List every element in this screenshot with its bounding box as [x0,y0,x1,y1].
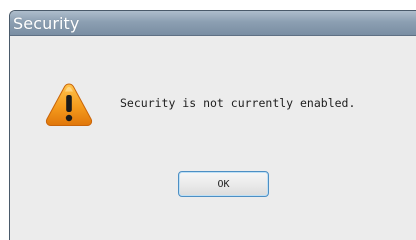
dialog-message: Security is not currently enabled. [120,96,356,110]
security-dialog: Security Security is not currently enabl… [9,10,416,240]
dialog-titlebar[interactable]: Security [10,11,416,36]
warning-icon [44,81,94,129]
ok-button[interactable]: OK [178,171,269,197]
dialog-title: Security [13,13,80,33]
